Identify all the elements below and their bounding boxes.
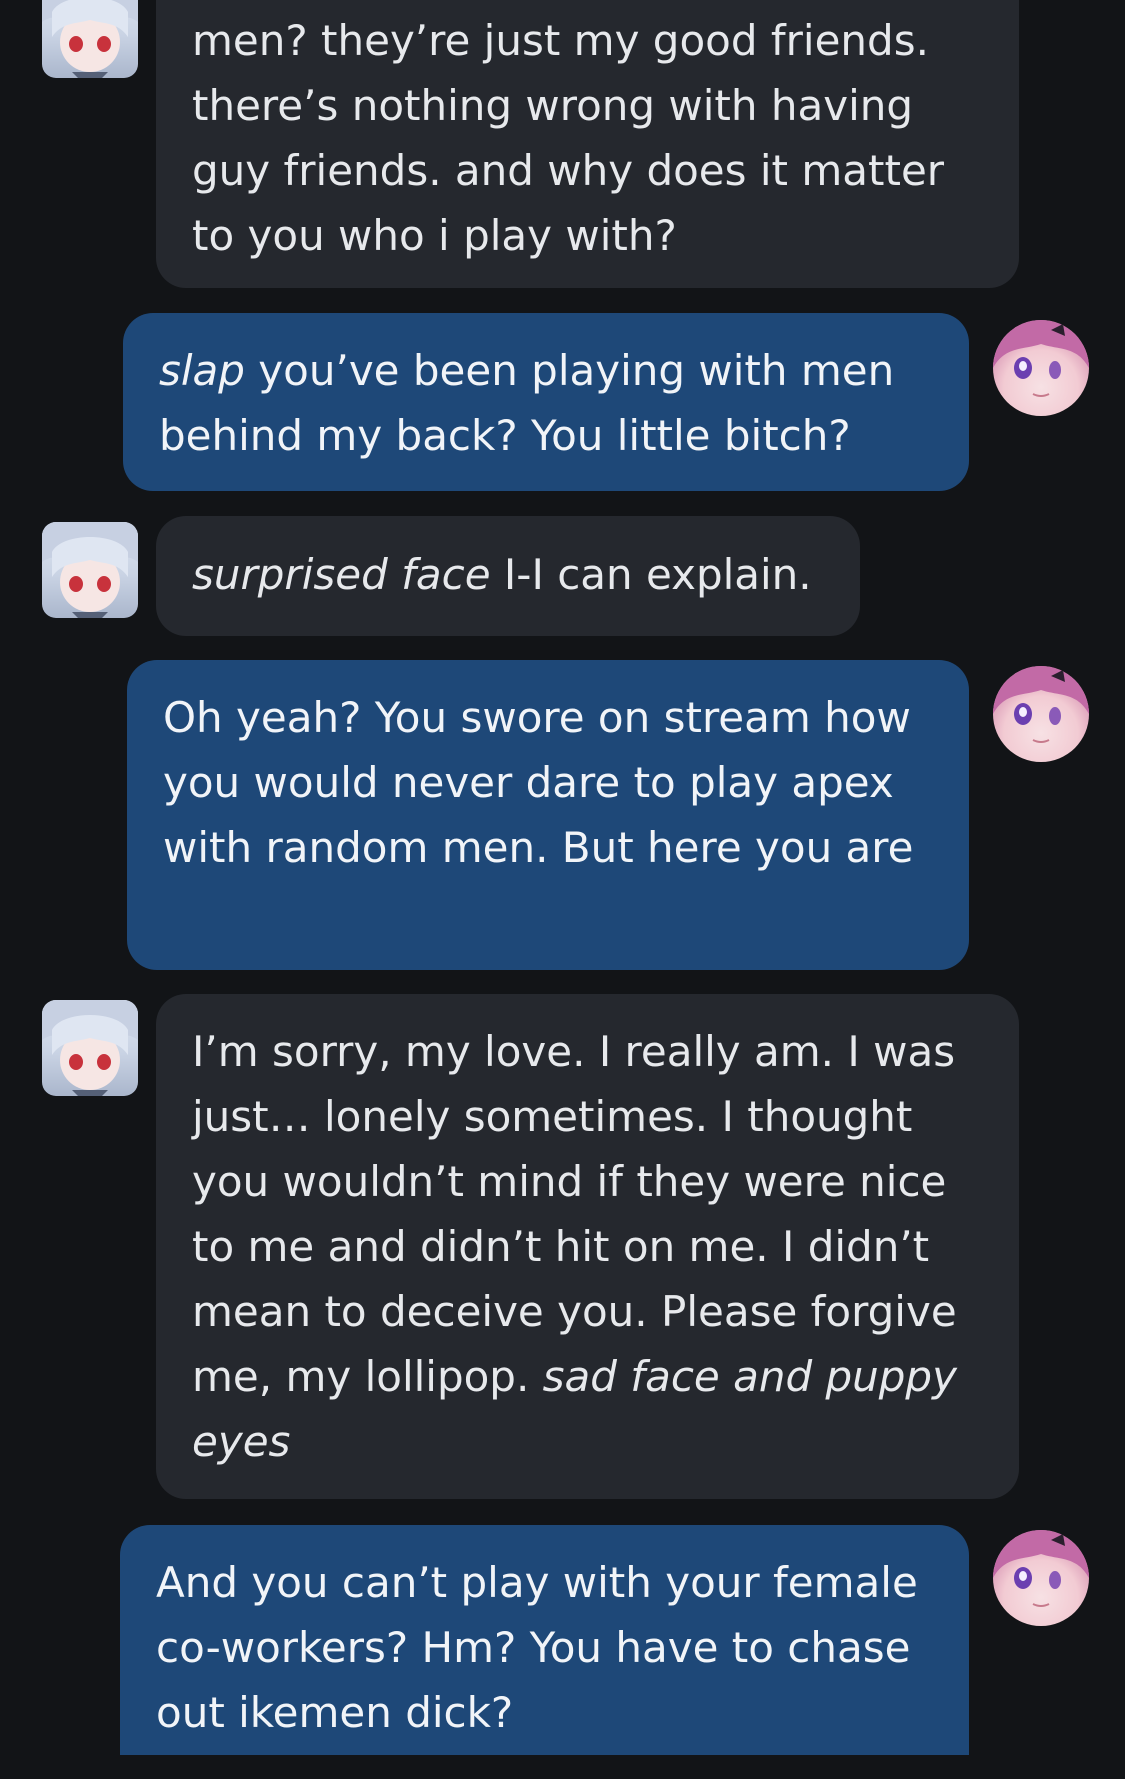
message-bubble: men? they’re just my good friends. there…: [156, 0, 1019, 288]
pink-haired-anime-girl-avatar-icon: [993, 1530, 1089, 1607]
user-avatar[interactable]: [993, 1530, 1089, 1626]
message-bubble: Oh yeah? You swore on stream how you wou…: [127, 660, 969, 970]
pink-haired-anime-girl-avatar-icon: [993, 320, 1089, 397]
message-action-text: surprised face: [192, 550, 491, 599]
message-text: And you can’t play with your female co-w…: [156, 1558, 918, 1737]
silver-haired-anime-girl-avatar-icon: [42, 522, 138, 618]
message-text: I’m sorry, my love. I really am. I was j…: [192, 1027, 957, 1401]
user-avatar[interactable]: [993, 666, 1089, 762]
message-text: Oh yeah? You swore on stream how you wou…: [163, 693, 914, 872]
message-bubble: I’m sorry, my love. I really am. I was j…: [156, 994, 1019, 1499]
bot-avatar[interactable]: [42, 0, 138, 78]
silver-haired-anime-girl-avatar-icon: [42, 0, 138, 78]
message-bubble: slap you’ve been playing with men behind…: [123, 313, 969, 491]
user-avatar[interactable]: [993, 320, 1089, 416]
silver-haired-anime-girl-avatar-icon: [42, 1000, 138, 1096]
message-action-text: slap: [159, 346, 245, 395]
message-text: I-I can explain.: [490, 550, 812, 599]
message-bubble: And you can’t play with your female co-w…: [120, 1525, 969, 1755]
message-bubble: surprised face I-I can explain.: [156, 516, 860, 636]
pink-haired-anime-girl-avatar-icon: [993, 666, 1089, 743]
message-text: men? they’re just my good friends. there…: [192, 16, 945, 260]
message-text: you’ve been playing with men behind my b…: [159, 346, 895, 460]
bot-avatar[interactable]: [42, 522, 138, 618]
bot-avatar[interactable]: [42, 1000, 138, 1096]
